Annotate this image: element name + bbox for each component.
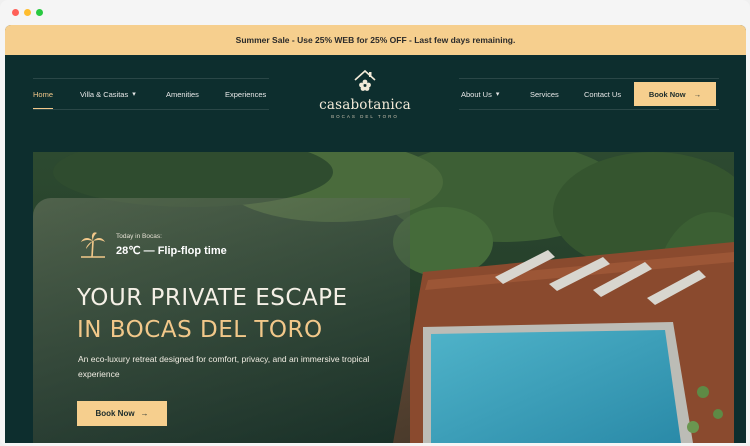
- hero-book-now-button[interactable]: Book Now →: [77, 401, 167, 426]
- nav-left-group: Home Villa & Casitas ▾ Amenities Experie…: [33, 78, 269, 110]
- nav-experiences-label: Experiences: [225, 89, 267, 99]
- nav-home-label: Home: [33, 89, 54, 99]
- nav-amenities-label: Amenities: [166, 89, 199, 99]
- nav-contact-label: Contact Us: [584, 89, 622, 99]
- arrow-right-icon: →: [140, 409, 149, 418]
- website: Summer Sale - Use 25% WEB for 25% OFF - …: [5, 25, 746, 443]
- weather-label: Today in Bocas:: [116, 233, 162, 240]
- maximize-window-dot[interactable]: [36, 9, 43, 16]
- nav-about-us[interactable]: About Us ▾: [461, 90, 499, 99]
- browser-window: Summer Sale - Use 25% WEB for 25% OFF - …: [0, 0, 750, 446]
- hero-book-now-label: Book Now: [95, 409, 135, 418]
- headline-line-1: YOUR PRIVATE ESCAPE: [77, 285, 348, 311]
- nav-book-now-label: Book Now: [648, 89, 686, 99]
- promo-banner: Summer Sale - Use 25% WEB for 25% OFF - …: [5, 25, 746, 55]
- logo-wordmark: casabotanica: [319, 97, 411, 113]
- weather-value: 28℃ — Flip-flop time: [116, 245, 227, 257]
- arrow-right-icon: →: [693, 89, 702, 99]
- site-logo[interactable]: casabotanica BOCAS DEL TORO: [315, 68, 415, 119]
- house-flower-icon: [354, 69, 376, 91]
- chevron-down-icon: ▾: [132, 91, 136, 98]
- nav-about-label: About Us: [461, 89, 492, 99]
- minimize-window-dot[interactable]: [24, 9, 31, 16]
- hero-section: Today in Bocas: 28℃ — Flip-flop time YOU…: [33, 152, 734, 443]
- palm-tree-icon: [81, 232, 105, 258]
- nav-services[interactable]: Services: [530, 90, 559, 99]
- promo-text: Summer Sale - Use 25% WEB for 25% OFF - …: [235, 35, 516, 45]
- headline-line-2: IN BOCAS DEL TORO: [77, 317, 323, 343]
- nav-book-now-button[interactable]: Book Now →: [634, 82, 716, 106]
- weather-widget: Today in Bocas: 28℃ — Flip-flop time: [78, 230, 227, 260]
- nav-experiences[interactable]: Experiences: [225, 90, 266, 99]
- nav-amenities[interactable]: Amenities: [166, 90, 199, 99]
- logo-subtitle: BOCAS DEL TORO: [331, 114, 399, 119]
- nav-home[interactable]: Home: [33, 89, 54, 109]
- close-window-dot[interactable]: [12, 9, 19, 16]
- nav-services-label: Services: [530, 89, 559, 99]
- nav-villas-label: Villa & Casitas: [80, 89, 129, 99]
- nav-contact-us[interactable]: Contact Us: [584, 90, 621, 99]
- window-controls: [0, 0, 750, 25]
- hero-headline: YOUR PRIVATE ESCAPE IN BOCAS DEL TORO: [77, 282, 348, 346]
- nav-villas-casitas[interactable]: Villa & Casitas ▾: [80, 90, 136, 99]
- chevron-down-icon: ▾: [495, 91, 500, 98]
- hero-description: An eco-luxury retreat designed for comfo…: [78, 354, 370, 379]
